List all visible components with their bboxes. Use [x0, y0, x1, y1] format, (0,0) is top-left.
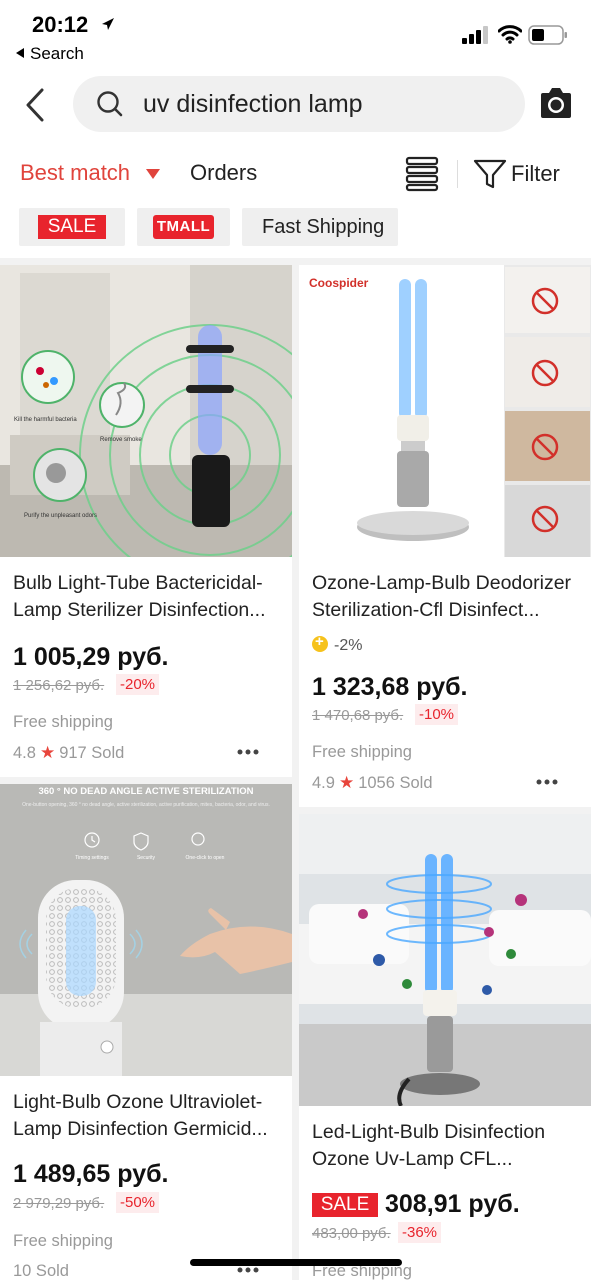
sale-badge: SALE — [38, 215, 106, 239]
caret-down-icon[interactable] — [146, 169, 160, 179]
funnel-icon — [473, 159, 507, 189]
discount-badge: -20% — [116, 674, 160, 695]
chip-sale[interactable]: SALE — [19, 208, 125, 246]
back-triangle-icon — [16, 48, 24, 58]
more-options-icon[interactable] — [237, 1267, 259, 1273]
feature-label: One-click to open — [186, 855, 225, 861]
back-to-search-link[interactable]: Search — [16, 44, 84, 64]
product-title[interactable]: Bulb Light-Tube Bactericidal- Lamp Steri… — [13, 570, 279, 624]
coin-discount: -2% — [312, 633, 362, 655]
search-input[interactable]: uv disinfection lamp — [73, 76, 525, 132]
more-options-icon[interactable] — [536, 779, 558, 785]
free-shipping-label: Free shipping — [312, 743, 412, 761]
search-query-text: uv disinfection lamp — [143, 90, 363, 118]
coin-icon — [312, 633, 328, 652]
image-caption: Remove smoke — [100, 437, 142, 443]
list-view-icon[interactable] — [405, 156, 439, 192]
product-image: Kill the harmful bacteria Remove smoke P… — [0, 265, 292, 557]
sold-count: 1056 Sold — [358, 774, 433, 792]
rating-row: 4.9 ★ 1056 Sold — [312, 773, 433, 793]
chip-fast-shipping[interactable]: Fast Shipping — [242, 208, 398, 246]
brand-logo-text: Coospider — [309, 276, 369, 290]
product-price: 1 005,29 руб. — [13, 643, 169, 671]
old-price: 2 979,29 руб. — [13, 1195, 105, 1212]
discount-badge: -10% — [415, 704, 459, 725]
chip-tmall[interactable]: TMALL — [137, 208, 230, 246]
product-price: 1 323,68 руб. — [312, 673, 468, 701]
feature-label: Security — [137, 855, 156, 861]
discount-badge: -50% — [116, 1192, 160, 1213]
image-headline: 360 ° NO DEAD ANGLE ACTIVE STERILIZATION — [38, 786, 253, 797]
product-title[interactable]: Light-Bulb Ozone Ultraviolet- Lamp Disin… — [13, 1089, 279, 1143]
rating-value: 4.8 — [13, 744, 36, 762]
header: 20:12 Search uv disinfection lamp Best m… — [0, 0, 591, 258]
sort-orders[interactable]: Orders — [190, 160, 257, 186]
product-price: 308,91 руб. — [385, 1190, 520, 1218]
home-indicator[interactable] — [190, 1259, 402, 1266]
battery-icon — [528, 25, 567, 45]
rating-row: 4.8 ★ 917 Sold — [13, 743, 124, 763]
sold-count: 917 Sold — [59, 744, 125, 762]
more-options-icon[interactable] — [237, 749, 259, 755]
filter-label: Filter — [511, 161, 560, 186]
product-card[interactable]: Coospider Ozone-Lamp-Bulb Deodorizer Ste… — [299, 265, 591, 807]
divider — [457, 160, 458, 188]
wifi-icon — [498, 25, 522, 44]
product-image: Coospider — [299, 265, 591, 557]
feature-label: Timing settings — [75, 855, 109, 861]
image-caption: Purify the unpleasant odors — [24, 513, 97, 519]
old-price: 483,00 руб. — [312, 1225, 391, 1242]
free-shipping-label: Free shipping — [13, 1232, 113, 1250]
rating-row: 10 Sold — [13, 1262, 69, 1280]
product-title[interactable]: Ozone-Lamp-Bulb Deodorizer Sterilization… — [312, 570, 578, 624]
product-card[interactable]: Led-Light-Bulb Disinfection Ozone Uv-Lam… — [299, 814, 591, 1280]
back-chevron-icon[interactable] — [20, 86, 52, 124]
chip-fast-shipping-label: Fast Shipping — [262, 216, 385, 238]
filter-button[interactable]: Filter — [473, 156, 573, 192]
status-time: 20:12 — [32, 12, 89, 37]
star-icon: ★ — [39, 743, 56, 762]
location-arrow-icon — [102, 18, 114, 30]
sort-best-match[interactable]: Best match — [20, 160, 130, 186]
rating-value: 4.9 — [312, 774, 335, 792]
product-image: 360 ° NO DEAD ANGLE ACTIVE STERILIZATION… — [0, 784, 292, 1076]
tmall-logo: TMALL — [153, 215, 214, 239]
sale-badge: SALE — [312, 1193, 378, 1217]
product-card[interactable]: 360 ° NO DEAD ANGLE ACTIVE STERILIZATION… — [0, 784, 292, 1280]
image-caption: Kill the harmful bacteria — [14, 417, 77, 423]
discount-badge: -36% — [398, 1222, 442, 1243]
image-subtext: One-button opening, 360 ° no dead angle,… — [22, 802, 270, 808]
product-card[interactable]: Kill the harmful bacteria Remove smoke P… — [0, 265, 292, 777]
camera-search-icon[interactable] — [538, 86, 574, 120]
cellular-signal-icon — [462, 26, 488, 44]
sold-count: 10 Sold — [13, 1262, 69, 1280]
old-price: 1 470,68 руб. — [312, 707, 404, 724]
old-price: 1 256,62 руб. — [13, 677, 105, 694]
star-icon: ★ — [338, 773, 355, 792]
product-image — [299, 814, 591, 1106]
free-shipping-label: Free shipping — [13, 713, 113, 731]
product-price: 1 489,65 руб. — [13, 1160, 169, 1188]
product-title[interactable]: Led-Light-Bulb Disinfection Ozone Uv-Lam… — [312, 1119, 578, 1173]
search-icon — [97, 91, 123, 117]
